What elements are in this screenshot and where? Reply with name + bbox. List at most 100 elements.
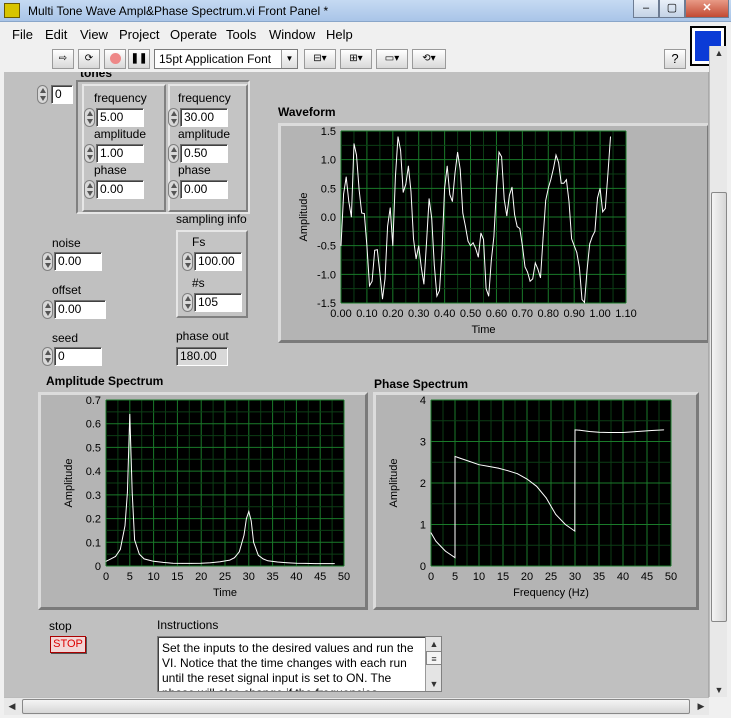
maximize-button[interactable]: ▢: [659, 0, 685, 18]
data-point: [250, 520, 252, 522]
data-point: [131, 492, 133, 493]
frequency-field-2[interactable]: 30.00: [180, 108, 228, 127]
data-point: [576, 252, 578, 253]
noise-field[interactable]: 0.00: [54, 252, 102, 271]
fs-spinner[interactable]: [182, 252, 193, 271]
scroll-down-icon[interactable]: ▼: [426, 677, 441, 691]
minimize-button[interactable]: –: [633, 0, 659, 18]
menu-help[interactable]: Help: [326, 27, 353, 42]
distribute-objects-icon[interactable]: ⊞▾: [340, 49, 372, 69]
frequency-spinner-2[interactable]: [168, 108, 179, 127]
scroll-left-icon[interactable]: ◀: [4, 699, 20, 713]
data-point: [477, 256, 479, 258]
x-tick-label: 0.50: [460, 308, 481, 320]
offset-spinner[interactable]: [42, 300, 53, 319]
ns-field[interactable]: 105: [194, 293, 242, 312]
offset-field[interactable]: 0.00: [54, 300, 106, 319]
pause-icon[interactable]: ❚❚: [128, 49, 150, 69]
y-tick-label: 0.5: [321, 183, 336, 195]
data-point: [105, 560, 107, 562]
vertical-scrollbar[interactable]: ▲ ▼: [709, 46, 727, 697]
menu-tools[interactable]: Tools: [226, 27, 256, 42]
amplitude-spectrum-graph: 0 5 10 15 20 25 30 35 40 45 50 0.7 0.6 0.5 0.4 0.3 0.2 0.…: [38, 392, 368, 610]
stop-button[interactable]: STOP: [50, 636, 86, 653]
data-point: [428, 198, 430, 200]
phase-spinner-1[interactable]: [84, 180, 95, 199]
noise-spinner[interactable]: [42, 252, 53, 271]
data-point: [578, 267, 580, 268]
abort-icon[interactable]: [104, 49, 126, 69]
menu-project[interactable]: Project: [119, 27, 159, 42]
data-point: [573, 245, 575, 247]
instructions-scrollbar[interactable]: ▲ ≡ ▼: [425, 637, 441, 691]
horizontal-scroll-thumb[interactable]: [22, 699, 690, 714]
menu-view[interactable]: View: [80, 27, 108, 42]
frequency-spinner-1[interactable]: [84, 108, 95, 127]
toolbar: ⇨ ⟳ ❚❚ 15pt Application Font ▼ ⊟▾ ⊞▾ ▭▾ ⟲…: [0, 46, 690, 72]
phase-field-1[interactable]: 0.00: [96, 180, 144, 199]
scroll-thumb[interactable]: ≡: [426, 651, 441, 665]
fs-field[interactable]: 100.00: [194, 252, 242, 271]
x-tick-label: 5: [452, 571, 458, 583]
horizontal-scrollbar[interactable]: ◀ ▶: [4, 697, 709, 715]
instructions-label: Instructions: [157, 618, 219, 632]
font-selector[interactable]: 15pt Application Font ▼: [154, 49, 298, 69]
scroll-right-icon[interactable]: ▶: [693, 699, 709, 713]
data-point: [191, 562, 193, 564]
x-tick-label: 15: [171, 571, 183, 583]
tones-index[interactable]: 0: [51, 85, 73, 104]
data-point: [521, 245, 523, 247]
data-point: [343, 193, 344, 195]
seed-field[interactable]: 0: [54, 347, 102, 366]
data-point: [472, 242, 474, 244]
scroll-up-icon[interactable]: ▲: [426, 637, 441, 651]
phase-field-2[interactable]: 0.00: [180, 180, 228, 199]
menu-edit[interactable]: Edit: [45, 27, 67, 42]
amplitude-spinner-2[interactable]: [168, 144, 179, 163]
instructions-box[interactable]: Set the inputs to the desired values and…: [157, 636, 442, 692]
data-point: [594, 230, 596, 232]
data-point: [571, 238, 572, 240]
amplitude-field-2[interactable]: 0.50: [180, 144, 228, 163]
amplitude-spectrum-title: Amplitude Spectrum: [46, 374, 164, 388]
menu-operate[interactable]: Operate: [170, 27, 217, 42]
vertical-scroll-thumb[interactable]: [711, 192, 727, 622]
run-continuously-icon[interactable]: ⟳: [78, 49, 100, 69]
frequency-field-1[interactable]: 5.00: [96, 108, 144, 127]
reorder-icon[interactable]: ⟲▾: [412, 49, 446, 69]
seed-spinner[interactable]: [42, 347, 53, 366]
ns-spinner[interactable]: [182, 293, 193, 312]
y-tick-label: 0.5: [86, 442, 101, 454]
data-point: [435, 540, 437, 542]
data-point: [392, 245, 394, 247]
phase-spinner-2[interactable]: [168, 180, 179, 199]
data-point: [553, 167, 554, 169]
data-point: [524, 266, 526, 268]
close-button[interactable]: ✕: [685, 0, 729, 18]
data-point: [276, 561, 278, 563]
tones-index-spinner[interactable]: [37, 85, 48, 104]
data-point: [423, 283, 425, 285]
context-help-icon[interactable]: ?: [664, 49, 686, 69]
scroll-down-icon[interactable]: ▼: [711, 683, 727, 697]
scroll-up-icon[interactable]: ▲: [711, 46, 727, 60]
y-tick-label: 0.2: [86, 514, 101, 526]
amplitude-spinner-1[interactable]: [84, 144, 95, 163]
data-point: [340, 245, 342, 247]
x-axis-label: Time: [471, 324, 495, 336]
data-point: [470, 245, 471, 247]
amplitude-field-1[interactable]: 1.00: [96, 144, 144, 163]
menu-window[interactable]: Window: [269, 27, 315, 42]
resize-objects-icon[interactable]: ▭▾: [376, 49, 408, 69]
data-point: [148, 559, 150, 561]
menu-file[interactable]: File: [12, 27, 33, 42]
align-objects-icon[interactable]: ⊟▾: [304, 49, 336, 69]
data-point: [599, 187, 601, 189]
data-point: [305, 562, 307, 564]
data-point: [464, 225, 466, 227]
data-point: [536, 485, 537, 487]
data-point: [574, 429, 576, 431]
run-arrow-icon[interactable]: ⇨: [52, 49, 74, 69]
phase-spectrum-svg: 0 5 10 15 20 25 30 35 40 45 5043210Frequency (Hz)A…: [388, 395, 677, 599]
data-point: [574, 530, 576, 532]
